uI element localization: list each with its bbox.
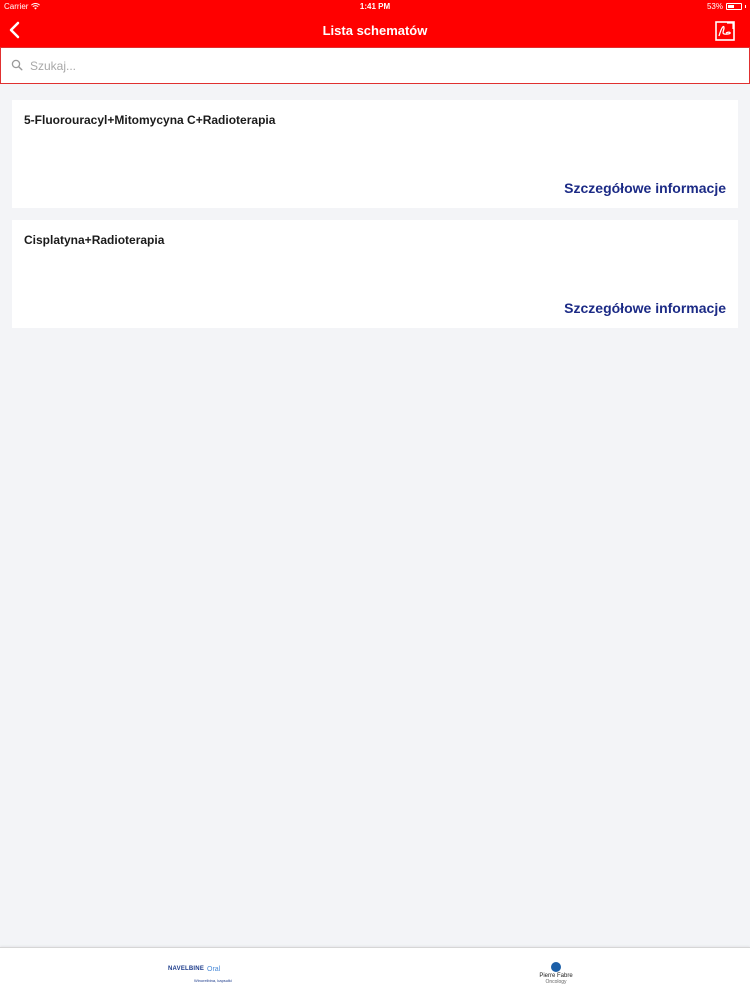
battery-fill [728, 5, 734, 8]
details-link[interactable]: Szczegółowe informacje [564, 300, 726, 316]
pierre-fabre-emblem-icon [551, 962, 561, 972]
list-item: 5-Fluorouracyl+Mitomycyna C+Radioterapia… [12, 100, 738, 208]
navelbine-oral: Oral [207, 966, 221, 973]
pierre-fabre-logo: Pierre Fabre Oncology [526, 962, 586, 985]
search-input[interactable] [28, 55, 728, 77]
pdf-button[interactable] [714, 20, 736, 42]
list-item: Cisplatyna+Radioterapia Szczegółowe info… [12, 220, 738, 328]
page-title: Lista schematów [322, 23, 428, 38]
nav-bar: Lista schematów [0, 14, 750, 47]
status-right: 53% [707, 2, 746, 11]
battery-tip [745, 5, 746, 8]
navelbine-brand: NAVELBINE [168, 966, 205, 972]
details-link[interactable]: Szczegółowe informacje [564, 180, 726, 196]
navelbine-sub: Winorelbina, kapsułki [194, 978, 232, 983]
search-bar [0, 47, 750, 84]
status-time: 1:41 PM [359, 2, 391, 11]
navelbine-logo: NAVELBINE Oral Winorelbina, kapsułki [168, 966, 232, 983]
pdf-icon [715, 21, 735, 41]
item-title: Cisplatyna+Radioterapia [24, 233, 165, 247]
footer: NAVELBINE Oral Winorelbina, kapsułki Pie… [0, 947, 750, 1000]
status-bar: Carrier 1:41 PM 53% [0, 0, 750, 14]
scheme-list: 5-Fluorouracyl+Mitomycyna C+Radioterapia… [12, 100, 738, 340]
battery-percent: 53% [706, 2, 723, 11]
search-icon [11, 59, 23, 71]
pierre-fabre-sub: Oncology [545, 979, 567, 985]
battery-icon [726, 3, 742, 10]
item-title: 5-Fluorouracyl+Mitomycyna C+Radioterapia [24, 113, 276, 127]
